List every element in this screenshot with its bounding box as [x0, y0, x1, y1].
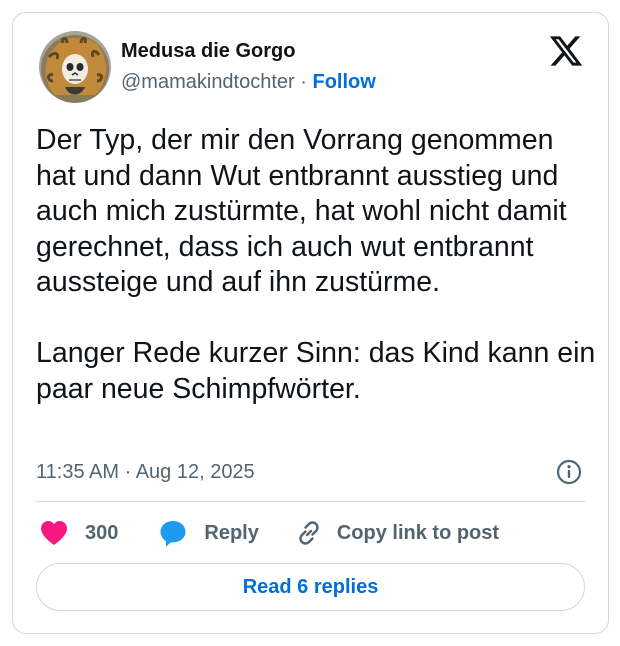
heart-icon	[39, 519, 69, 547]
user-handle[interactable]: @mamakindtochter	[121, 71, 295, 93]
handle-line: @mamakindtochter · Follow	[121, 68, 376, 96]
tweet-header: Medusa die Gorgo @mamakindtochter · Foll…	[39, 29, 584, 105]
copy-link-button[interactable]: Copy link to post	[295, 519, 499, 547]
copy-link-label: Copy link to post	[336, 521, 500, 544]
like-button[interactable]: 300	[39, 519, 118, 547]
x-logo-icon[interactable]	[548, 33, 584, 69]
divider	[36, 501, 585, 502]
tweet-card: Medusa die Gorgo @mamakindtochter · Foll…	[12, 12, 609, 634]
reply-label: Reply	[204, 521, 259, 544]
tweet-meta: 11:35 AM · Aug 12, 2025	[36, 457, 583, 487]
reply-bubble-icon	[158, 518, 188, 548]
tweet-text: Der Typ, der mir den Vorrang genommen ha…	[36, 124, 596, 405]
action-bar: 300 Reply Copy link to post	[39, 515, 499, 551]
like-count: 300	[85, 521, 119, 544]
follow-link[interactable]: Follow	[313, 71, 376, 93]
timestamp[interactable]: 11:35 AM · Aug 12, 2025	[36, 461, 255, 484]
read-replies-button[interactable]: Read 6 replies	[36, 563, 585, 611]
avatar[interactable]	[39, 31, 111, 103]
reply-button[interactable]: Reply	[158, 518, 259, 548]
user-info: Medusa die Gorgo @mamakindtochter · Foll…	[121, 31, 376, 103]
display-name[interactable]: Medusa die Gorgo	[121, 38, 376, 64]
link-icon	[295, 519, 323, 547]
info-icon[interactable]	[555, 458, 583, 486]
separator-dot: ·	[300, 71, 307, 93]
medusa-avatar-icon	[39, 31, 111, 103]
